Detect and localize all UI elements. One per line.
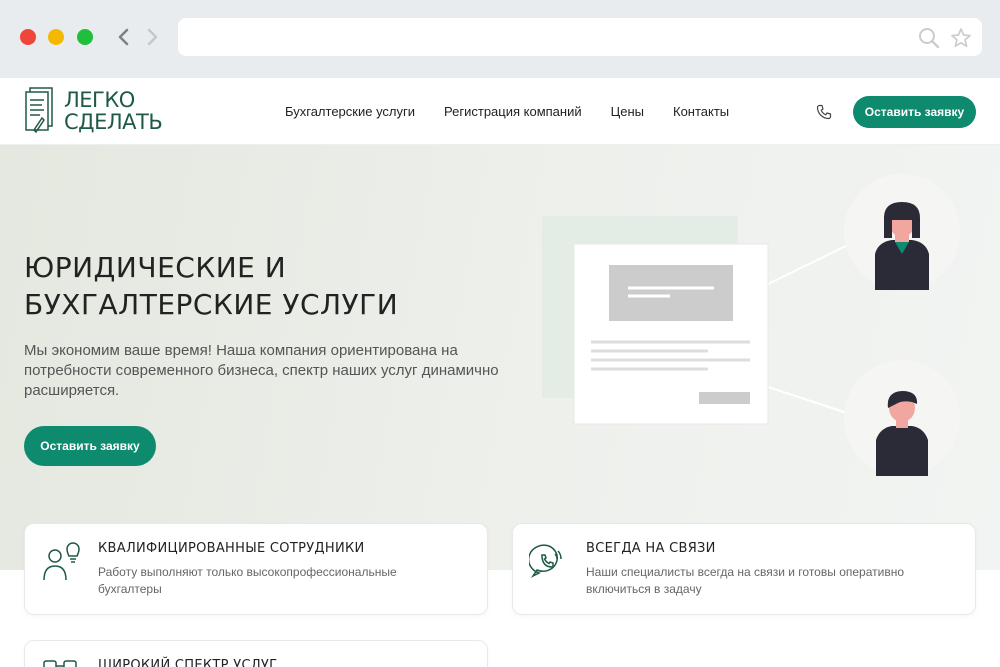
feature-text: Наши специалисты всегда на связи и готов… (586, 565, 904, 596)
services-icon (41, 659, 81, 667)
feature-card-always-in-touch: ВСЕГДА НА СВЯЗИ Наши специалисты всегда … (512, 523, 976, 615)
feature-card-wide-range: ШИРОКИЙ СПЕКТР УСЛУГ (24, 640, 488, 667)
header-request-button[interactable]: Оставить заявку (853, 96, 976, 128)
address-bar[interactable] (178, 18, 982, 56)
hero-subtitle: Мы экономим ваше время! Наша компания ор… (24, 342, 499, 399)
logo-line1: ЛЕГКО (64, 88, 135, 112)
phone-icon[interactable] (816, 104, 832, 120)
search-icon[interactable] (918, 27, 940, 49)
hero-request-button[interactable]: Оставить заявку (24, 426, 156, 466)
nav-accounting-services[interactable]: Бухгалтерские услуги (285, 104, 415, 119)
maximize-window-button[interactable] (77, 29, 93, 45)
woman-avatar (844, 174, 960, 290)
chat-phone-icon (527, 542, 569, 582)
document-header-block (609, 265, 733, 321)
close-window-button[interactable] (20, 29, 36, 45)
nav-contacts[interactable]: Контакты (673, 104, 729, 119)
logo-text: ЛЕГКО СДЕЛАТЬ (64, 88, 163, 134)
logo[interactable]: ЛЕГКО СДЕЛАТЬ (22, 86, 163, 136)
hero-title: ЮРИДИЧЕСКИЕ И БУХГАЛТЕРСКИЕ УСЛУГИ (24, 249, 398, 323)
connector-line-bottom (767, 386, 851, 415)
nav-prices[interactable]: Цены (611, 104, 644, 119)
forward-arrow-icon[interactable] (142, 24, 162, 50)
connector-line-top (767, 243, 851, 285)
logo-line2: СДЕЛАТЬ (64, 110, 163, 134)
site-header: ЛЕГКО СДЕЛАТЬ Бухгалтерские услуги Регис… (0, 78, 1000, 145)
logo-icon (25, 87, 53, 134)
people-idea-icon (41, 542, 81, 582)
minimize-window-button[interactable] (48, 29, 64, 45)
browser-chrome (0, 0, 1000, 78)
hero-title-line1: ЮРИДИЧЕСКИЕ И (24, 251, 287, 284)
feature-text: Работу выполняют только высокопрофессион… (98, 565, 397, 596)
feature-title: КВАЛИФИЦИРОВАННЫЕ СОТРУДНИКИ (98, 541, 365, 556)
feature-card-qualified-staff: КВАЛИФИЦИРОВАННЫЕ СОТРУДНИКИ Работу выпо… (24, 523, 488, 615)
main-nav: Бухгалтерские услуги Регистрация компани… (285, 104, 729, 119)
man-avatar (844, 360, 960, 476)
document-button-block (699, 392, 750, 404)
hero-title-line2: БУХГАЛТЕРСКИЕ УСЛУГИ (24, 288, 399, 321)
feature-title: ВСЕГДА НА СВЯЗИ (586, 541, 716, 556)
feature-title: ШИРОКИЙ СПЕКТР УСЛУГ (98, 658, 278, 667)
back-arrow-icon[interactable] (114, 24, 134, 50)
hero-illustration (542, 174, 960, 476)
nav-company-registration[interactable]: Регистрация компаний (444, 104, 582, 119)
star-icon[interactable] (950, 27, 972, 49)
